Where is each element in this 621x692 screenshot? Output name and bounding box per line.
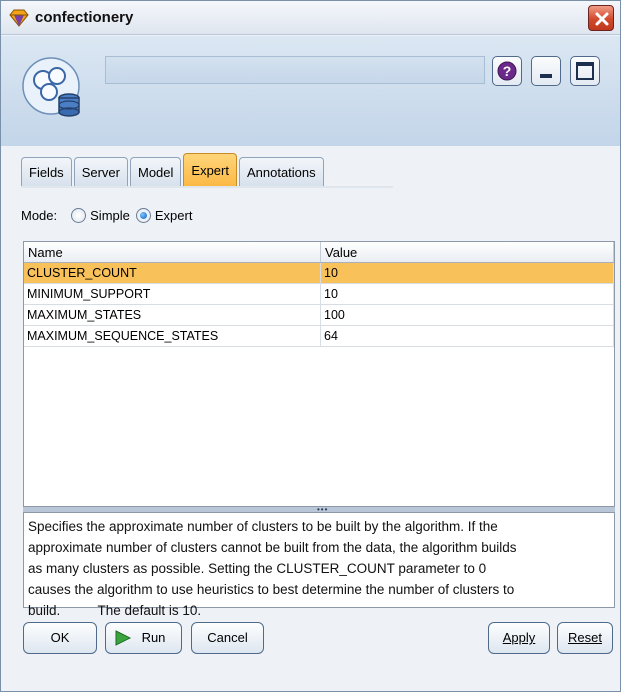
question-mark-icon: ? <box>497 61 517 81</box>
database-cluster-icon <box>19 54 87 124</box>
window-title: confectionery <box>35 9 134 26</box>
apply-button-label: Apply <box>502 630 536 645</box>
table-row[interactable]: MAXIMUM_SEQUENCE_STATES 64 <box>24 326 614 347</box>
radio-unchecked-icon <box>71 208 87 223</box>
mode-expert-label: Expert <box>154 208 193 223</box>
mode-expert-radio[interactable]: Expert <box>135 208 193 223</box>
close-button[interactable] <box>588 5 614 31</box>
tab-model[interactable]: Model <box>129 157 182 187</box>
diamond-node-icon <box>9 9 29 27</box>
mode-simple-radio[interactable]: Simple <box>71 208 130 223</box>
tab-underline <box>21 186 393 188</box>
mode-label: Mode: <box>21 208 58 223</box>
description-line: as many clusters as possible. Setting th… <box>28 561 487 576</box>
ok-button[interactable]: OK <box>23 622 97 654</box>
parameters-table[interactable]: Name Value CLUSTER_COUNT 10 MINIMUM_SUPP… <box>23 241 615 507</box>
run-button[interactable]: Run <box>105 622 182 654</box>
param-name-cell[interactable]: MINIMUM_SUPPORT <box>24 284 321 304</box>
table-row[interactable]: MINIMUM_SUPPORT 10 <box>24 284 614 305</box>
dialog-window: confectionery ? Fields Server Model Expe… <box>0 0 621 692</box>
cancel-button[interactable]: Cancel <box>191 622 264 654</box>
param-name-cell[interactable]: CLUSTER_COUNT <box>24 263 321 283</box>
tab-bar: Fields Server Model Expert Annotations <box>21 153 326 187</box>
close-icon <box>595 12 609 26</box>
reset-button[interactable]: Reset <box>557 622 613 654</box>
minimize-button[interactable] <box>531 56 561 86</box>
table-row[interactable]: MAXIMUM_STATES 100 <box>24 305 614 326</box>
apply-button[interactable]: Apply <box>488 622 550 654</box>
reset-button-label: Reset <box>568 630 602 645</box>
mode-row: Mode: Simple Expert <box>21 208 198 223</box>
param-value-cell[interactable]: 64 <box>321 326 614 346</box>
mode-simple-label: Simple <box>90 208 130 223</box>
svg-text:?: ? <box>503 63 512 79</box>
column-header-value[interactable]: Value <box>321 242 614 262</box>
param-value-cell[interactable]: 10 <box>321 284 614 304</box>
tab-expert[interactable]: Expert <box>183 153 237 187</box>
table-header: Name Value <box>24 242 614 263</box>
help-button[interactable]: ? <box>492 56 522 86</box>
maximize-icon <box>576 62 594 80</box>
param-name-cell[interactable]: MAXIMUM_STATES <box>24 305 321 325</box>
param-name-cell[interactable]: MAXIMUM_SEQUENCE_STATES <box>24 326 321 346</box>
node-header: ? <box>1 36 620 146</box>
table-row[interactable]: CLUSTER_COUNT 10 <box>24 263 614 284</box>
parameter-description: Specifies the approximate number of clus… <box>23 512 615 618</box>
node-name-field[interactable] <box>105 56 485 84</box>
play-icon <box>115 630 132 646</box>
maximize-button[interactable] <box>570 56 600 86</box>
description-line: Specifies the approximate number of clus… <box>28 519 498 534</box>
tab-annotations[interactable]: Annotations <box>238 157 324 187</box>
button-bar: OK Run Cancel Apply Reset <box>1 615 620 691</box>
description-line: approximate number of clusters cannot be… <box>28 540 517 555</box>
radio-checked-icon <box>135 208 151 223</box>
description-line: causes the algorithm to use heuristics t… <box>28 582 515 597</box>
tab-fields[interactable]: Fields <box>21 157 72 187</box>
column-header-name[interactable]: Name <box>24 242 321 262</box>
param-value-cell[interactable]: 100 <box>321 305 614 325</box>
run-button-label: Run <box>141 630 166 645</box>
param-value-cell[interactable]: 10 <box>321 263 614 283</box>
minimize-icon <box>540 74 552 78</box>
title-bar[interactable]: confectionery <box>1 1 620 35</box>
tab-server[interactable]: Server <box>73 157 128 187</box>
